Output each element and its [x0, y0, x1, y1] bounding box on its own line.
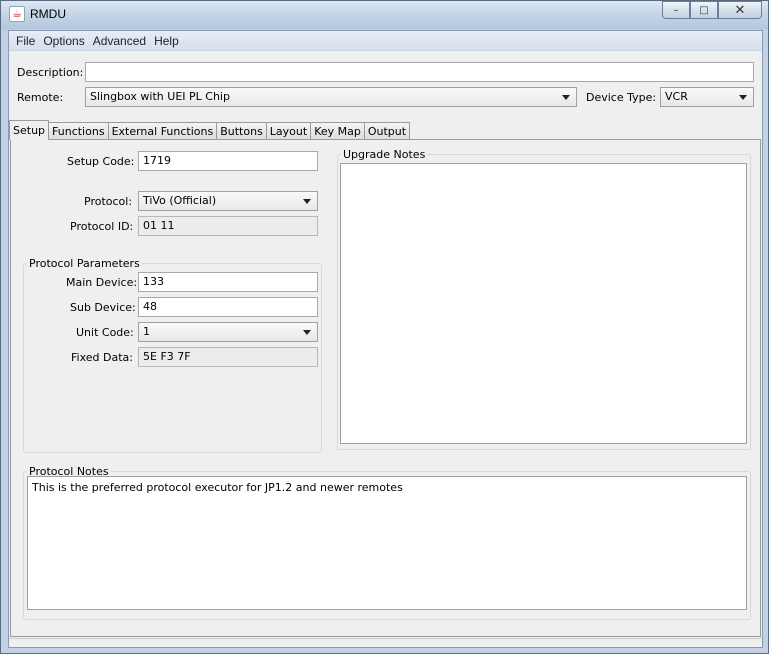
- close-button[interactable]: ✕: [718, 1, 762, 19]
- setup-panel: Setup Code: 1719 Protocol: TiVo (Officia…: [10, 139, 761, 637]
- main-device-input[interactable]: 133: [138, 272, 318, 292]
- tab-key-map[interactable]: Key Map: [310, 122, 365, 140]
- setup-code-label: Setup Code:: [67, 155, 135, 168]
- protocol-parameters-title: Protocol Parameters: [27, 257, 142, 270]
- close-icon: ✕: [734, 2, 746, 18]
- chevron-down-icon: [303, 199, 311, 204]
- tab-setup[interactable]: Setup: [9, 120, 50, 140]
- protocol-notes-textarea[interactable]: This is the preferred protocol executor …: [27, 476, 747, 610]
- menu-options[interactable]: Options: [39, 34, 88, 48]
- tab-output[interactable]: Output: [363, 122, 411, 140]
- tab-external-functions[interactable]: External Functions: [107, 122, 218, 140]
- chevron-down-icon: [562, 95, 570, 100]
- fixed-data-field: 5E F3 7F: [138, 347, 318, 367]
- menu-file[interactable]: File: [12, 34, 39, 48]
- title-bar[interactable]: ☕ RMDU – □ ✕: [1, 1, 768, 29]
- device-type-select[interactable]: VCR: [660, 87, 754, 107]
- remote-label: Remote:: [17, 91, 64, 104]
- main-device-label: Main Device:: [66, 276, 138, 289]
- chevron-down-icon: [739, 95, 747, 100]
- maximize-button[interactable]: □: [690, 1, 718, 19]
- remote-value: Slingbox with UEI PL Chip: [90, 90, 230, 103]
- device-type-label: Device Type:: [586, 91, 657, 104]
- window-controls: – □ ✕: [662, 1, 762, 21]
- tab-bar: Setup Functions External Functions Butto…: [9, 120, 411, 140]
- minimize-icon: –: [673, 4, 679, 16]
- tab-buttons[interactable]: Buttons: [216, 122, 267, 140]
- maximize-icon: □: [699, 4, 709, 16]
- device-type-value: VCR: [665, 90, 688, 103]
- tab-layout[interactable]: Layout: [265, 122, 312, 140]
- minimize-button[interactable]: –: [662, 1, 690, 19]
- protocol-select[interactable]: TiVo (Official): [138, 191, 318, 211]
- protocol-id-field: 01 11: [138, 216, 318, 236]
- unit-code-value: 1: [143, 325, 150, 338]
- sub-device-input[interactable]: 48: [138, 297, 318, 317]
- chevron-down-icon: [303, 330, 311, 335]
- description-label: Description:: [17, 66, 84, 79]
- upgrade-notes-textarea[interactable]: [340, 163, 747, 444]
- window-title: RMDU: [30, 7, 66, 21]
- upgrade-notes-title: Upgrade Notes: [341, 148, 428, 161]
- protocol-label: Protocol:: [84, 195, 133, 208]
- status-bar: [9, 638, 762, 647]
- sub-device-label: Sub Device:: [70, 301, 136, 314]
- menu-advanced[interactable]: Advanced: [89, 34, 150, 48]
- java-cup-icon[interactable]: ☕: [9, 6, 25, 22]
- unit-code-select[interactable]: 1: [138, 322, 318, 342]
- description-input[interactable]: [85, 62, 754, 82]
- main-content: File Options Advanced Help Description: …: [8, 30, 763, 648]
- app-window: ☕ RMDU – □ ✕ File Options Advanced Help …: [0, 0, 769, 654]
- setup-code-input[interactable]: 1719: [138, 151, 318, 171]
- menu-bar: File Options Advanced Help: [9, 31, 762, 51]
- tab-functions[interactable]: Functions: [48, 122, 109, 140]
- fixed-data-label: Fixed Data:: [71, 351, 133, 364]
- protocol-value: TiVo (Official): [143, 194, 217, 207]
- menu-help[interactable]: Help: [150, 34, 183, 48]
- remote-select[interactable]: Slingbox with UEI PL Chip: [85, 87, 577, 107]
- unit-code-label: Unit Code:: [76, 326, 134, 339]
- protocol-id-label: Protocol ID:: [70, 220, 134, 233]
